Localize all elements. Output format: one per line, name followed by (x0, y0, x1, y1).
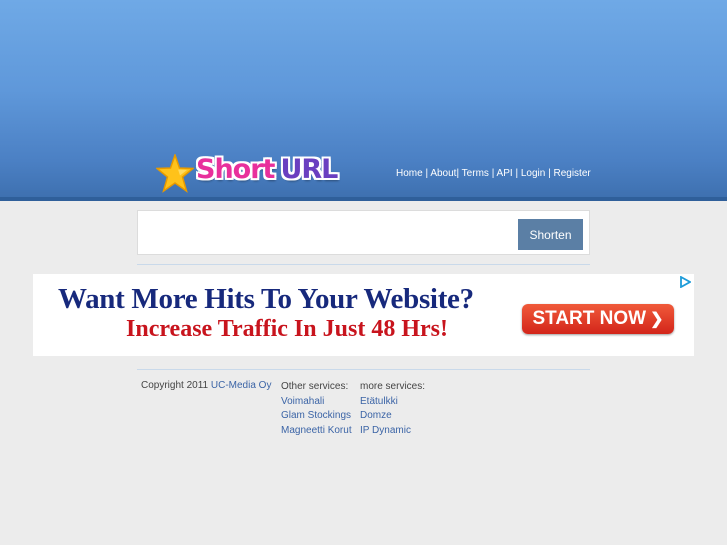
ad-headline: Want More Hits To Your Website? (58, 283, 474, 315)
ad-banner[interactable]: Want More Hits To Your Website? Increase… (33, 274, 694, 356)
other-services-column: Other services: Voimahali Glam Stockings… (281, 380, 352, 438)
nav-api-link[interactable]: API (497, 168, 513, 179)
other-services-heading: Other services: (281, 381, 349, 392)
adchoices-icon[interactable] (679, 276, 691, 288)
shorten-button[interactable]: Shorten (518, 219, 583, 250)
chevron-right-icon: ❯ (650, 311, 664, 328)
header-bottom-border (0, 197, 727, 201)
nav-about-link[interactable]: About (430, 168, 456, 179)
service-link-domze[interactable]: Domze (360, 409, 425, 424)
more-services-column: more services: Etätulkki Domze IP Dynami… (360, 380, 425, 438)
top-nav: Home | About| Terms | API | Login | Regi… (396, 168, 591, 179)
divider-top (137, 264, 590, 265)
divider-bottom (137, 369, 590, 370)
service-link-glam-stockings[interactable]: Glam Stockings (281, 409, 352, 424)
nav-login-link[interactable]: Login (521, 168, 545, 179)
logo-word-url: URL (280, 154, 338, 185)
service-link-ip-dynamic[interactable]: IP Dynamic (360, 424, 425, 439)
shorten-form: Shorten (137, 210, 590, 255)
footer-copyright: Copyright 2011 UC-Media Oy (141, 380, 271, 391)
logo-word-short: Short (196, 154, 275, 185)
site-logo[interactable]: Short URL (156, 152, 346, 198)
more-services-heading: more services: (360, 381, 426, 392)
star-icon (156, 154, 194, 193)
header-banner (0, 0, 727, 201)
ad-cta-label: START NOW (532, 308, 647, 329)
copyright-text: Copyright 2011 (141, 380, 209, 391)
service-link-etatulkki[interactable]: Etätulkki (360, 395, 425, 410)
ad-start-now-button[interactable]: START NOW ❯ (522, 304, 674, 334)
nav-terms-link[interactable]: Terms (462, 168, 489, 179)
nav-register-link[interactable]: Register (553, 168, 590, 179)
service-link-magneetti-korut[interactable]: Magneetti Korut (281, 424, 352, 439)
nav-home-link[interactable]: Home (396, 168, 423, 179)
service-link-voimahali[interactable]: Voimahali (281, 395, 352, 410)
company-link[interactable]: UC-Media Oy (211, 380, 272, 391)
ad-subline: Increase Traffic In Just 48 Hrs! (126, 316, 448, 342)
url-input[interactable] (144, 219, 510, 249)
